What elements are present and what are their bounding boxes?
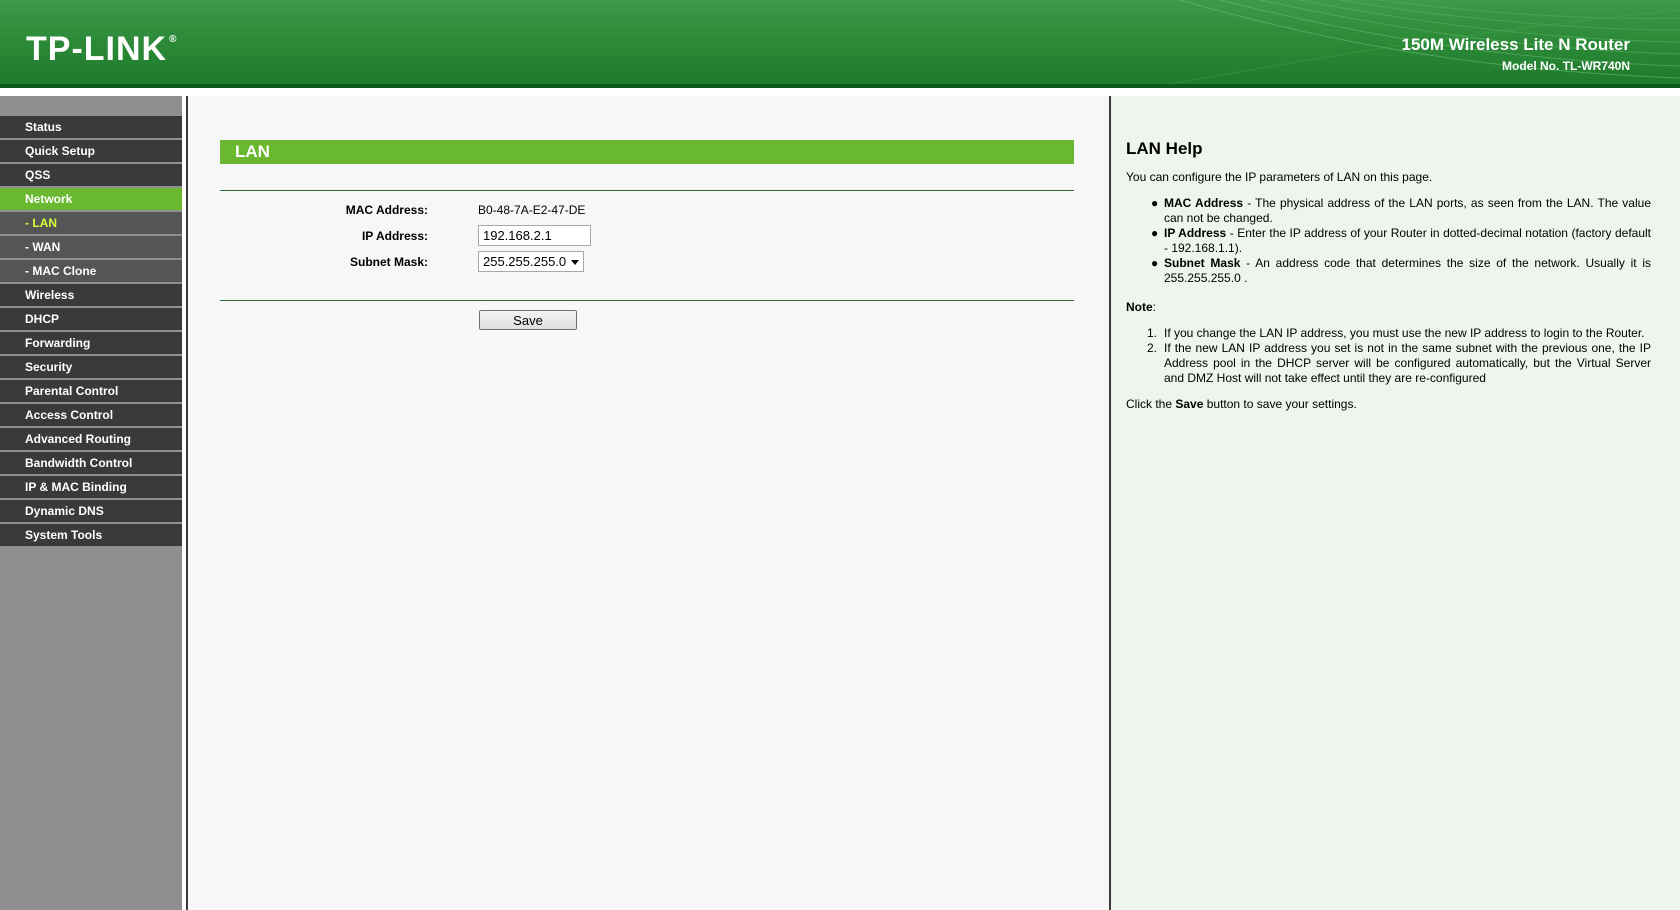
sidebar: Status Quick Setup QSS Network - LAN - W… bbox=[0, 96, 182, 910]
help-note-title: Note: bbox=[1126, 300, 1157, 314]
subnet-mask-value: 255.255.255.0 bbox=[483, 254, 567, 269]
sidebar-item-security[interactable]: Security bbox=[0, 356, 182, 378]
help-note-list: 1. If you change the LAN IP address, you … bbox=[1147, 326, 1651, 386]
sidebar-item-advanced-routing[interactable]: Advanced Routing bbox=[0, 428, 182, 450]
help-save-note: Click the Save button to save your setti… bbox=[1126, 397, 1357, 411]
bullet-icon: ● bbox=[1151, 196, 1159, 210]
mac-address-value: B0-48-7A-E2-47-DE bbox=[478, 203, 586, 217]
model-number: Model No. TL-WR740N bbox=[1502, 59, 1630, 73]
product-name: 150M Wireless Lite N Router bbox=[1401, 35, 1630, 54]
help-title: LAN Help bbox=[1126, 139, 1203, 158]
sidebar-item-forwarding[interactable]: Forwarding bbox=[0, 332, 182, 354]
subnet-mask-label: Subnet Mask: bbox=[349, 255, 428, 269]
divider-top bbox=[220, 190, 1074, 191]
help-note-item: 1. If you change the LAN IP address, you … bbox=[1147, 326, 1645, 340]
chevron-down-icon bbox=[571, 260, 579, 265]
sidebar-item-dhcp[interactable]: DHCP bbox=[0, 308, 182, 330]
help-bullet-ip: ● IP Address - Enter the IP address of yo… bbox=[1151, 226, 1652, 255]
mac-address-label: MAC Address: bbox=[345, 203, 428, 217]
main-content: LAN MAC Address: B0-48-7A-E2-47-DE IP Ad… bbox=[188, 96, 1109, 910]
ip-address-label: IP Address: bbox=[361, 229, 428, 243]
sidebar-item-status[interactable]: Status bbox=[0, 116, 182, 138]
sidebar-menu: Status Quick Setup QSS Network - LAN - W… bbox=[0, 116, 182, 548]
sidebar-item-quick-setup[interactable]: Quick Setup bbox=[0, 140, 182, 162]
tp-link-logo: TP-LINK ® bbox=[26, 30, 178, 68]
help-bullet-mac: ● MAC Address - The physical address of t… bbox=[1151, 196, 1651, 225]
header-divider bbox=[0, 84, 1680, 88]
ip-address-input[interactable] bbox=[478, 225, 591, 246]
sidebar-item-bandwidth-control[interactable]: Bandwidth Control bbox=[0, 452, 182, 474]
sidebar-item-qss[interactable]: QSS bbox=[0, 164, 182, 186]
divider-bottom bbox=[220, 300, 1074, 301]
sidebar-subitem-wan[interactable]: - WAN bbox=[0, 236, 182, 258]
help-intro: You can configure the IP parameters of L… bbox=[1126, 170, 1433, 184]
help-note-item: 2. If the new LAN IP address you set is n… bbox=[1147, 341, 1651, 385]
sidebar-item-access-control[interactable]: Access Control bbox=[0, 404, 182, 426]
sidebar-item-network[interactable]: Network bbox=[0, 188, 182, 210]
sidebar-subitem-lan[interactable]: - LAN bbox=[0, 212, 182, 234]
header-banner: TP-LINK ® 150M Wireless Lite N Router Mod… bbox=[0, 0, 1680, 88]
sidebar-item-system-tools[interactable]: System Tools bbox=[0, 524, 182, 546]
bullet-icon: ● bbox=[1151, 226, 1159, 240]
help-bullet-list: ● MAC Address - The physical address of t… bbox=[1151, 196, 1651, 286]
subnet-mask-select[interactable]: 255.255.255.0 bbox=[478, 251, 584, 272]
sidebar-item-ip-mac-binding[interactable]: IP & MAC Binding bbox=[0, 476, 182, 498]
section-title: LAN bbox=[220, 140, 1074, 164]
sidebar-item-dynamic-dns[interactable]: Dynamic DNS bbox=[0, 500, 182, 522]
sidebar-item-parental-control[interactable]: Parental Control bbox=[0, 380, 182, 402]
sidebar-subitem-mac-clone[interactable]: - MAC Clone bbox=[0, 260, 182, 282]
help-bullet-mask: ● Subnet Mask - An address code that dete… bbox=[1151, 256, 1652, 285]
help-panel: LAN Help You can configure the IP parame… bbox=[1111, 96, 1680, 910]
bullet-icon: ● bbox=[1151, 256, 1159, 270]
save-button[interactable]: Save bbox=[479, 310, 577, 330]
sidebar-item-wireless[interactable]: Wireless bbox=[0, 284, 182, 306]
